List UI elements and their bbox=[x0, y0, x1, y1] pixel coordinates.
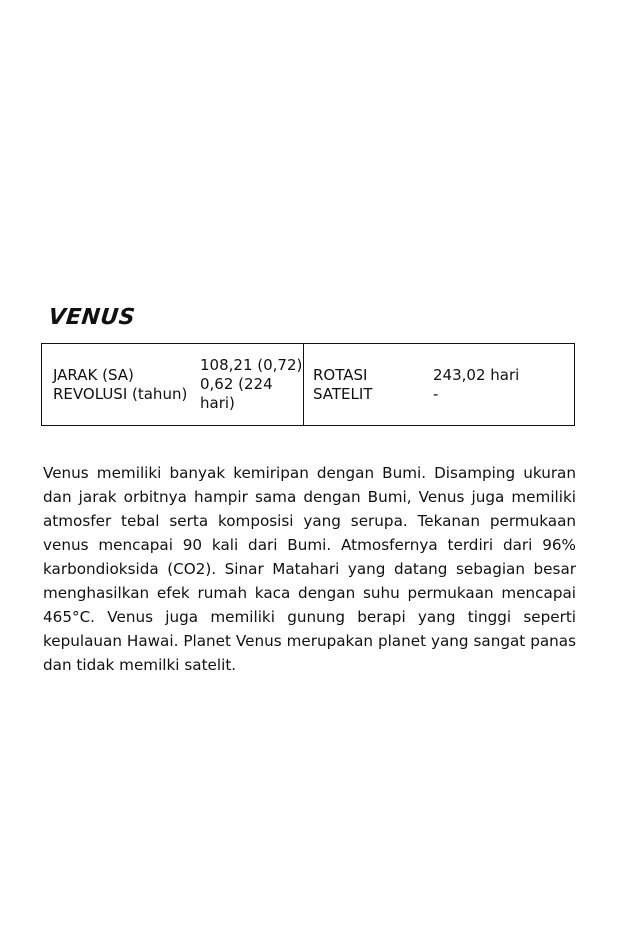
label-revolusi: REVOLUSI (tahun) bbox=[53, 384, 188, 403]
planet-title: VENUS bbox=[47, 305, 137, 330]
label-rotasi: ROTASI bbox=[313, 365, 368, 384]
stats-left-values: 108,21 (0,72) 0,62 (224 hari) bbox=[188, 344, 303, 425]
stats-right-values: 243,02 hari - bbox=[433, 344, 574, 425]
stats-right-section: ROTASI SATELIT 243,02 hari - bbox=[304, 344, 574, 425]
planet-stats-table: JARAK (SA) REVOLUSI (tahun) 108,21 (0,72… bbox=[41, 343, 575, 426]
planet-description: Venus memiliki banyak kemiripan dengan B… bbox=[43, 464, 576, 674]
stats-right-labels: ROTASI SATELIT bbox=[304, 344, 433, 425]
label-satelit: SATELIT bbox=[313, 384, 373, 403]
stats-left-section: JARAK (SA) REVOLUSI (tahun) 108,21 (0,72… bbox=[42, 344, 304, 425]
stats-left-labels: JARAK (SA) REVOLUSI (tahun) bbox=[42, 344, 188, 425]
value-revolusi: 0,62 (224 hari) bbox=[200, 375, 273, 412]
label-jarak: JARAK (SA) bbox=[53, 365, 134, 384]
value-rotasi: 243,02 hari bbox=[433, 365, 520, 384]
value-satelit: - bbox=[433, 384, 439, 403]
value-jarak: 108,21 (0,72) bbox=[200, 356, 303, 374]
